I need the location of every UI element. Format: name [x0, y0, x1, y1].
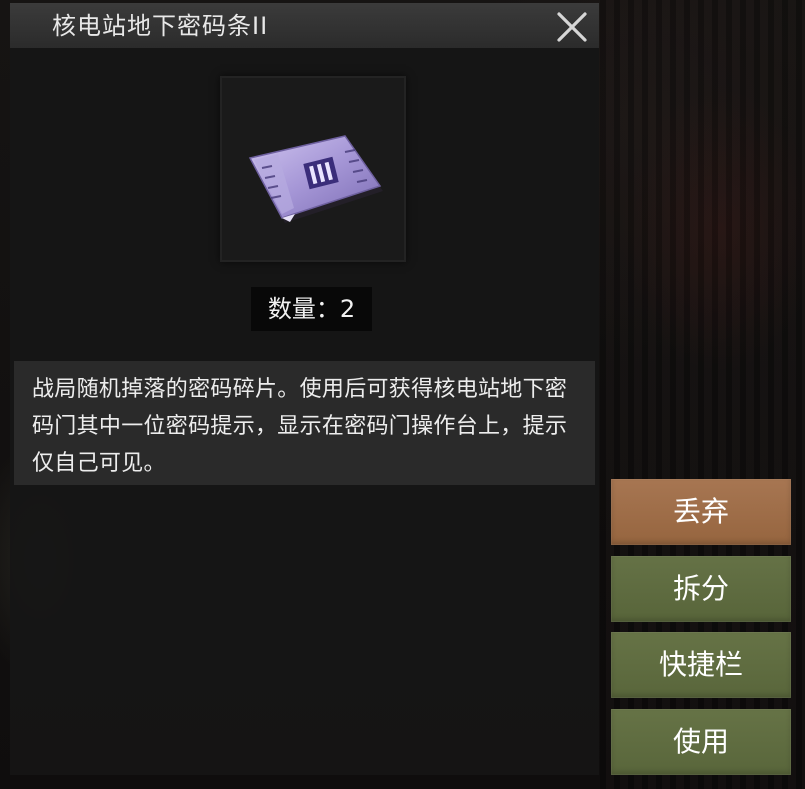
split-button[interactable]: 拆分	[611, 556, 791, 622]
quantity-label: 数量：2	[251, 287, 372, 331]
item-description: 战局随机掉落的密码碎片。使用后可获得核电站地下密码门其中一位密码提示，显示在密码…	[32, 377, 568, 476]
quickbar-button[interactable]: 快捷栏	[611, 632, 791, 698]
item-image-frame	[220, 76, 406, 262]
description-box: 战局随机掉落的密码碎片。使用后可获得核电站地下密码门其中一位密码提示，显示在密码…	[14, 361, 595, 485]
close-icon	[557, 12, 587, 42]
title-bar: 核电站地下密码条II	[10, 3, 599, 48]
purple-password-card-icon	[248, 135, 383, 223]
close-button[interactable]	[554, 9, 590, 45]
item-detail-panel: 核电站地下密码条II 数量：2 战局随机掉落的密码碎片。使用后可获得核电站地下密…	[10, 3, 599, 775]
use-button[interactable]: 使用	[611, 709, 791, 775]
item-title: 核电站地下密码条II	[52, 12, 269, 40]
discard-button[interactable]: 丢弃	[611, 479, 791, 545]
